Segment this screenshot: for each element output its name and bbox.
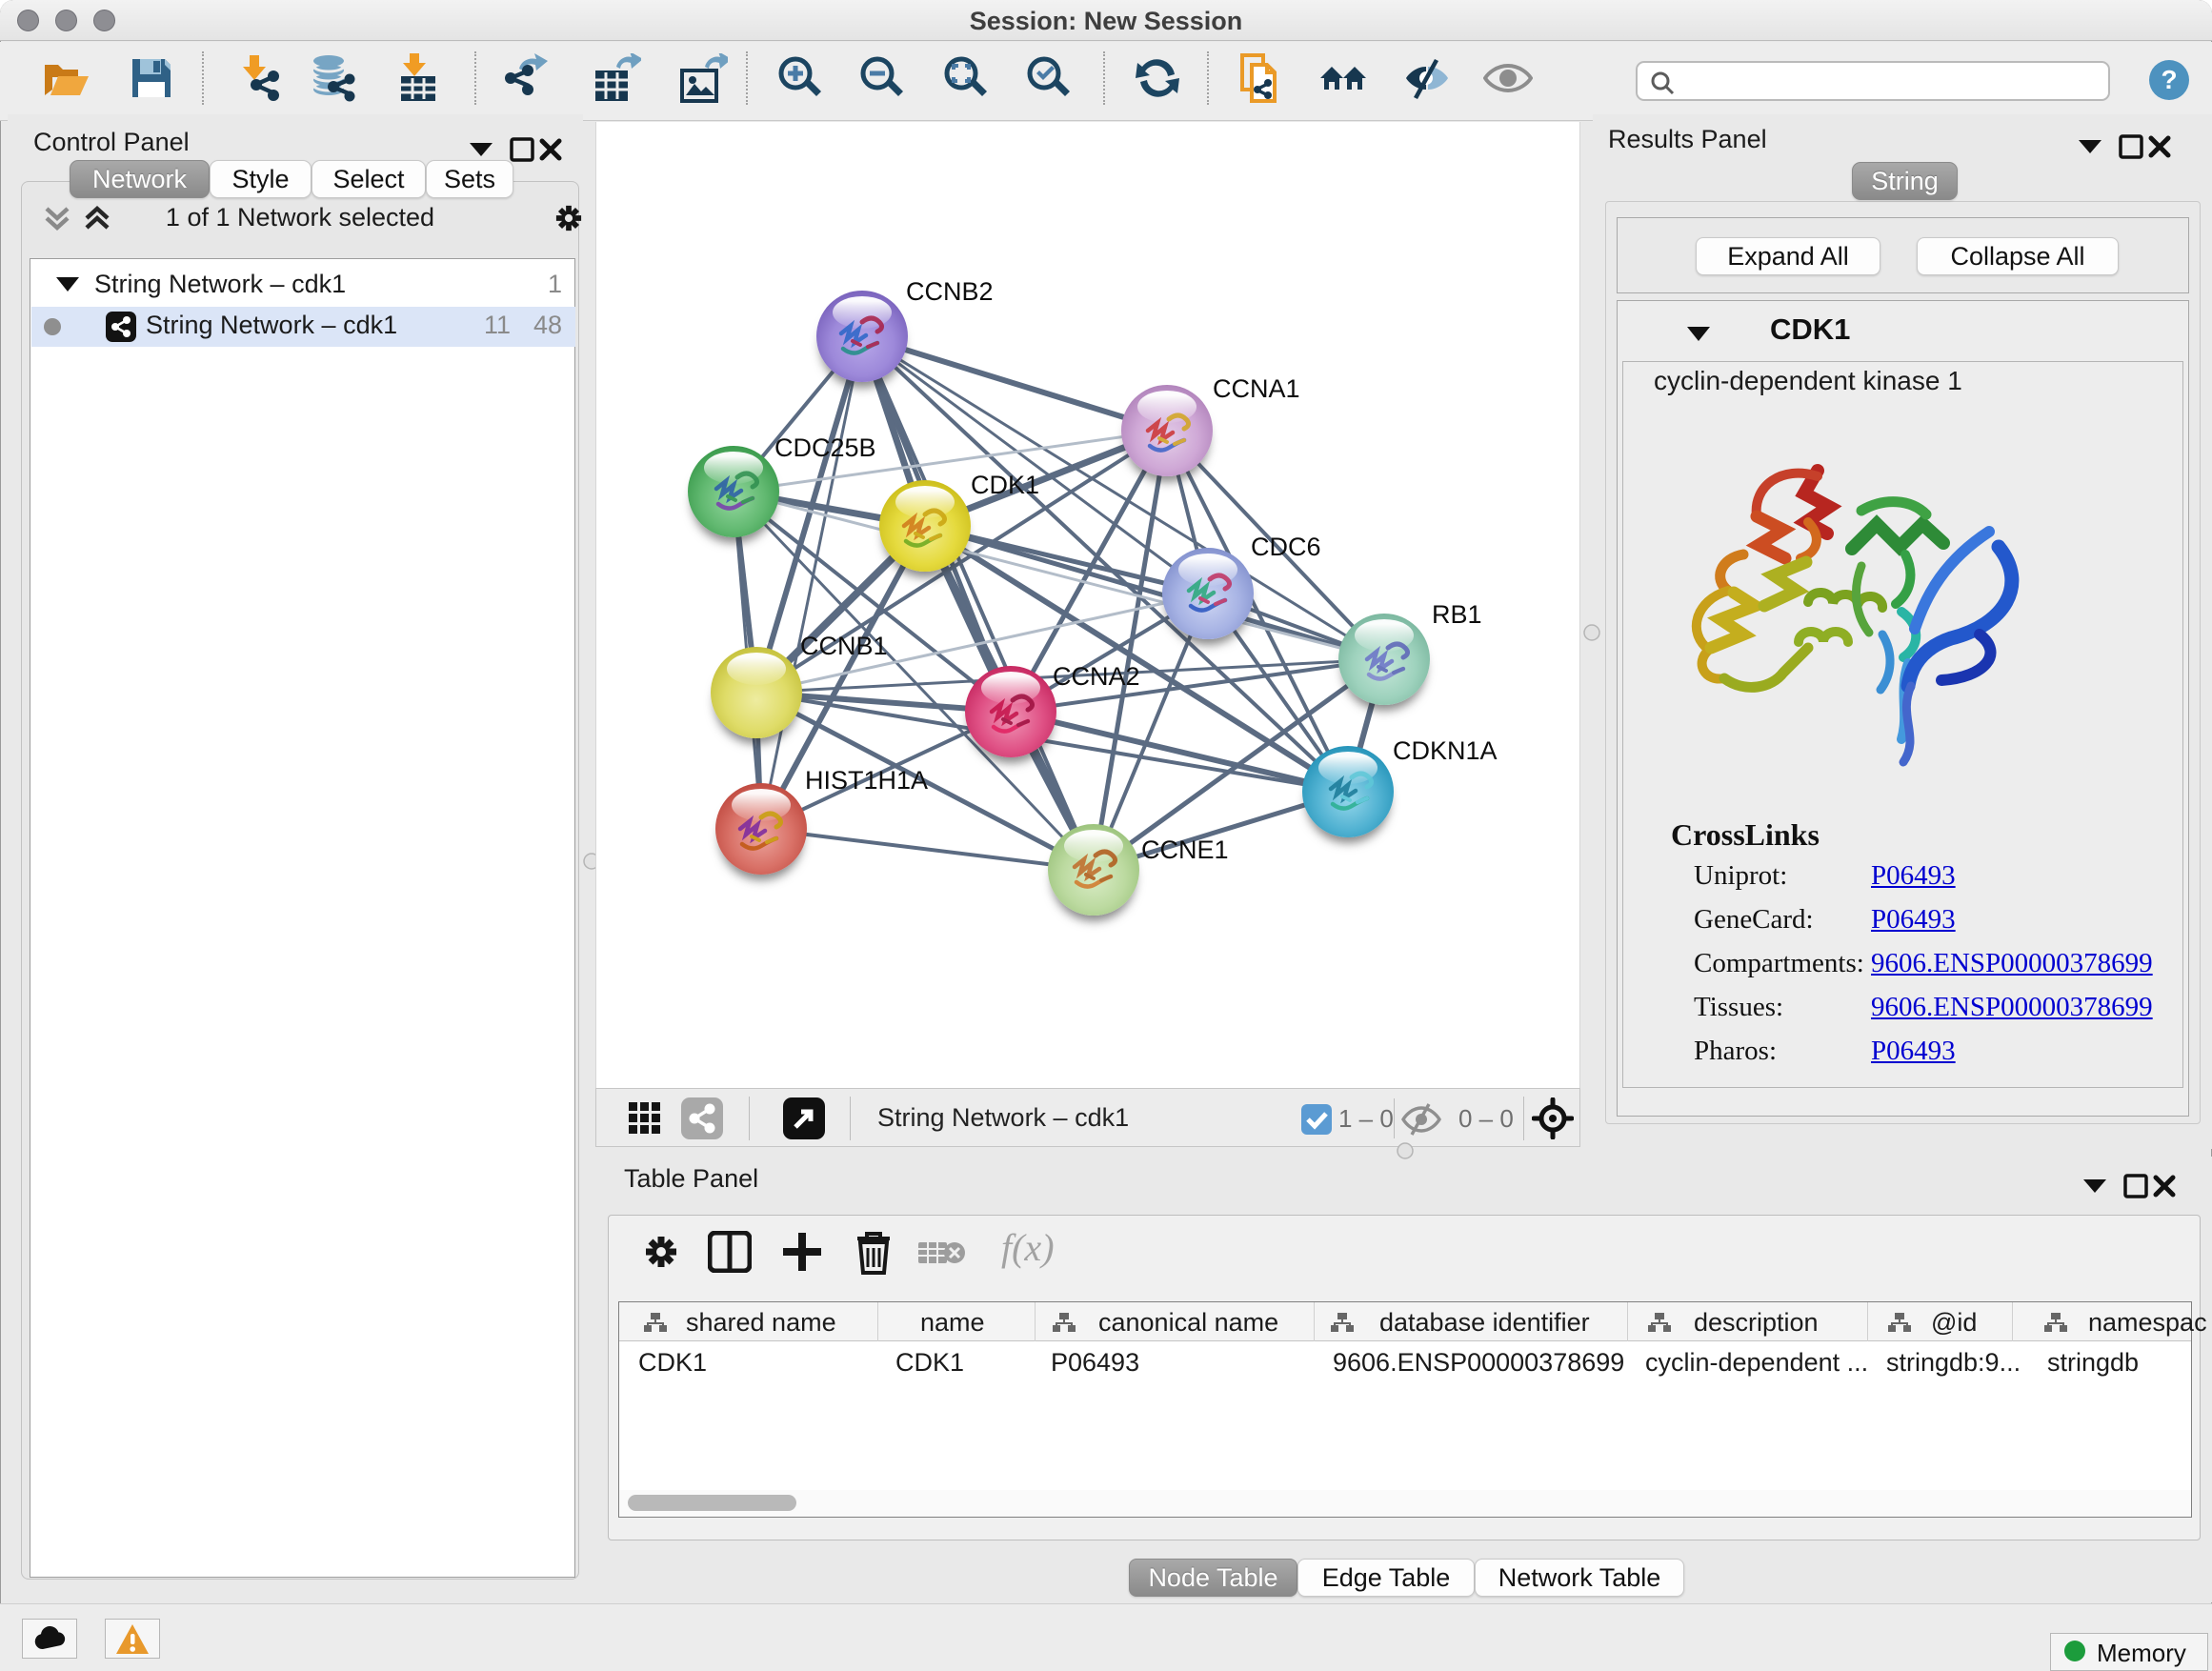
svg-text:?: ?	[2161, 65, 2177, 94]
